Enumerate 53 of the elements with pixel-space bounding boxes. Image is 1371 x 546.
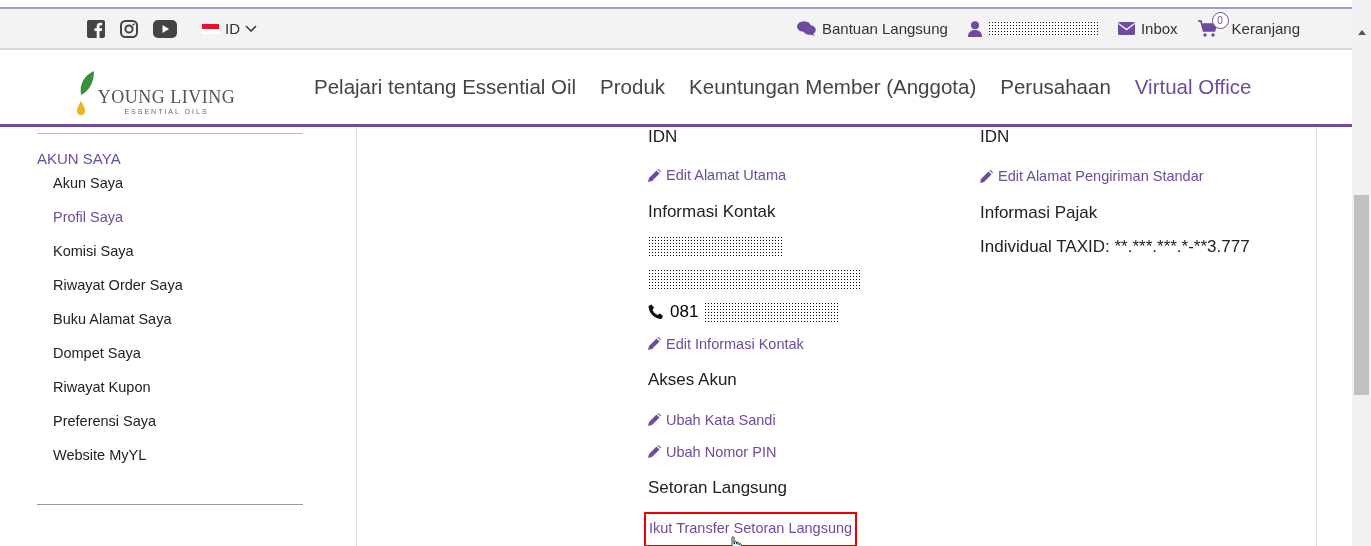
pencil-icon: [648, 337, 661, 351]
cart-icon: [1197, 20, 1218, 37]
user-icon: [967, 20, 982, 37]
chat-icon: [796, 21, 816, 36]
sidebar-item[interactable]: Riwayat Kupon: [53, 379, 151, 413]
nav-link[interactable]: Produk: [600, 75, 666, 99]
sidebar-item[interactable]: Preferensi Saya: [53, 413, 157, 447]
instagram-icon[interactable]: [120, 19, 138, 38]
pencil-icon: [648, 413, 661, 427]
edit-link[interactable]: Ubah Nomor PIN: [648, 435, 777, 468]
section-heading: Setoran Langsung: [648, 478, 787, 500]
info-text: IDN: [648, 127, 678, 148]
nav-link[interactable]: Virtual Office: [1134, 75, 1252, 99]
play-video-icon[interactable]: [153, 19, 177, 38]
sidebar-item[interactable]: Komisi Saya: [53, 243, 134, 277]
nav-link[interactable]: Keuntungan Member (Anggota): [689, 75, 977, 99]
info-text: IDN: [980, 127, 1010, 148]
facebook-icon[interactable]: [87, 19, 105, 38]
pencil-icon: [980, 169, 993, 183]
section-heading: Informasi Kontak: [648, 202, 776, 224]
flag-icon: [202, 23, 219, 34]
section-heading: Akses Akun: [648, 370, 737, 392]
pencil-icon: [648, 445, 661, 459]
nav-link[interactable]: Pelajari tentang Essential Oil: [314, 75, 577, 99]
logo-wordmark[interactable]: YOUNG LIVING: [97, 87, 236, 108]
edit-link[interactable]: Ubah Kata Sandi: [648, 404, 776, 436]
cart-count-badge: 0: [1211, 12, 1229, 29]
info-text: Individual TAXID: **.***.***.*-**3.777: [980, 237, 1250, 258]
edit-link[interactable]: Edit Alamat Pengiriman Standar: [980, 160, 1204, 192]
mail-icon: [1117, 22, 1135, 35]
sidebar-item[interactable]: Riwayat Order Saya: [53, 277, 183, 311]
leaf-drop-drawing: [74, 71, 95, 117]
sidebar-item[interactable]: Akun Saya: [53, 175, 124, 209]
sidebar-item[interactable]: Profil Saya: [53, 209, 124, 243]
edit-link[interactable]: Edit Alamat Utama: [648, 159, 787, 192]
edit-link[interactable]: Edit Informasi Kontak: [648, 327, 804, 360]
phone-icon: [648, 303, 664, 320]
direct-deposit-link[interactable]: Ikut Transfer Setoran Langsung: [644, 512, 858, 546]
scroll-up-icon[interactable]: [1357, 30, 1366, 35]
pencil-icon: [648, 168, 661, 182]
scrollbar[interactable]: [1352, 0, 1371, 546]
nav-link[interactable]: Perusahaan: [1000, 75, 1111, 99]
mail-link[interactable]: Inbox: [1140, 20, 1178, 37]
section-heading: Informasi Pajak: [980, 203, 1098, 224]
sidebar-item[interactable]: Buku Alamat Saya: [53, 311, 172, 345]
cart-link[interactable]: Keranjang: [1231, 20, 1300, 37]
chat-link[interactable]: Bantuan Langsung: [821, 20, 948, 37]
phone-number: 081: [670, 301, 699, 322]
caret-icon: [245, 24, 257, 33]
language-selector[interactable]: ID: [225, 20, 257, 37]
sidebar-item[interactable]: Dompet Saya: [53, 345, 141, 379]
sidebar-item[interactable]: Website MyYL: [53, 447, 147, 481]
sidebar-heading: AKUN SAYA: [37, 150, 121, 167]
